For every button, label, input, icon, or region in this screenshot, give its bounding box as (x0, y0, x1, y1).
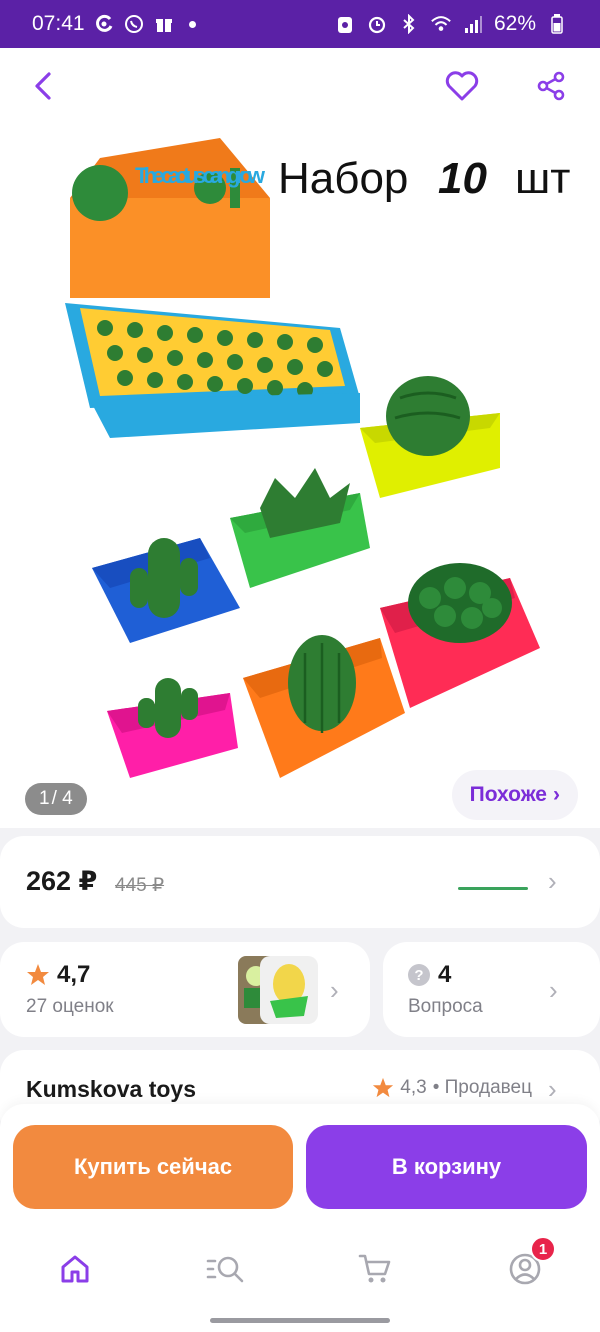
chevron-right-icon: › (553, 783, 560, 806)
gift-icon (153, 13, 175, 35)
rating-count: 27 оценок (26, 996, 114, 1017)
pager-current: 1 (39, 788, 50, 809)
home-icon (61, 1255, 89, 1283)
question-icon: ? (408, 964, 430, 986)
price-old: 445 ₽ (115, 875, 165, 896)
lock-app-icon (334, 13, 356, 35)
action-bar: Купить сейчас В корзину (0, 1104, 600, 1224)
battery-percent: 62% (493, 12, 536, 35)
star-icon (27, 964, 49, 985)
seller-name: Kumskova toys (26, 1076, 197, 1102)
seller-rating: 4,3 (400, 1077, 427, 1098)
similar-label: Похоже (469, 783, 547, 806)
seller-label: • Продавец (432, 1077, 532, 1098)
tab-home[interactable] (50, 1244, 100, 1294)
share-icon (537, 71, 565, 101)
share-button[interactable] (527, 62, 575, 110)
price-card[interactable]: 262 ₽ 445 ₽ › (0, 836, 600, 928)
questions-card[interactable]: ? 4 Вопроса › (383, 942, 600, 1037)
banner-text: Набор (278, 154, 408, 203)
image-pager: 1 / 4 (25, 783, 87, 815)
signal-icon (462, 13, 484, 35)
pager-total: / 4 (51, 788, 73, 809)
product-gallery[interactable]: Набор 10 шт The cactus can grow 1 / 4 По… (0, 48, 600, 828)
product-image[interactable]: Набор 10 шт The cactus can grow (60, 138, 580, 778)
wifi-icon (430, 13, 452, 35)
rating-card[interactable]: 4,7 27 оценок › (0, 942, 370, 1037)
cart-badge: 1 (530, 1236, 556, 1262)
status-time: 07:41 (32, 12, 85, 35)
cart-icon (358, 1254, 391, 1283)
chevron-right-icon: › (549, 975, 558, 1005)
tab-cart[interactable] (350, 1244, 400, 1294)
back-arrow-icon (35, 72, 51, 100)
star-icon (373, 1077, 394, 1098)
rating-value: 4,7 (57, 961, 91, 988)
add-to-cart-button[interactable]: В корзину (306, 1125, 587, 1209)
questions-label: Вопроса (408, 996, 483, 1017)
alarm-icon (366, 13, 388, 35)
top-nav (0, 48, 600, 120)
tab-catalog[interactable] (200, 1244, 250, 1294)
banner-unit: шт (515, 154, 570, 203)
battery-icon (546, 13, 568, 35)
tab-profile[interactable]: 1 (500, 1236, 556, 1294)
search-catalog-icon (206, 1256, 244, 1283)
chevron-right-icon: › (330, 975, 339, 1005)
review-photo-thumbnails[interactable] (238, 956, 318, 1024)
whatsapp-icon (123, 13, 145, 35)
box-text: The cactus can grow (135, 163, 266, 188)
bluetooth-icon (398, 13, 420, 35)
buy-now-button[interactable]: Купить сейчас (13, 1125, 293, 1209)
banner-count: 10 (438, 154, 487, 203)
similar-button[interactable]: Похоже › (451, 770, 578, 820)
heart-icon (445, 71, 479, 101)
back-button[interactable] (20, 62, 68, 110)
chevron-right-icon: › (548, 866, 557, 896)
price-current: 262 ₽ (26, 866, 98, 896)
notification-dot-icon (188, 20, 196, 28)
cactus-pots-illustration (92, 376, 540, 778)
favorite-button[interactable] (438, 62, 486, 110)
sync-icon (93, 13, 115, 35)
bottom-tab-bar: 1 (0, 1222, 600, 1332)
price-indicator-line (458, 887, 528, 890)
status-bar: 07:41 62% (0, 0, 600, 48)
chevron-right-icon: › (548, 1074, 557, 1104)
questions-count: 4 (438, 961, 452, 988)
home-indicator[interactable] (210, 1318, 390, 1323)
